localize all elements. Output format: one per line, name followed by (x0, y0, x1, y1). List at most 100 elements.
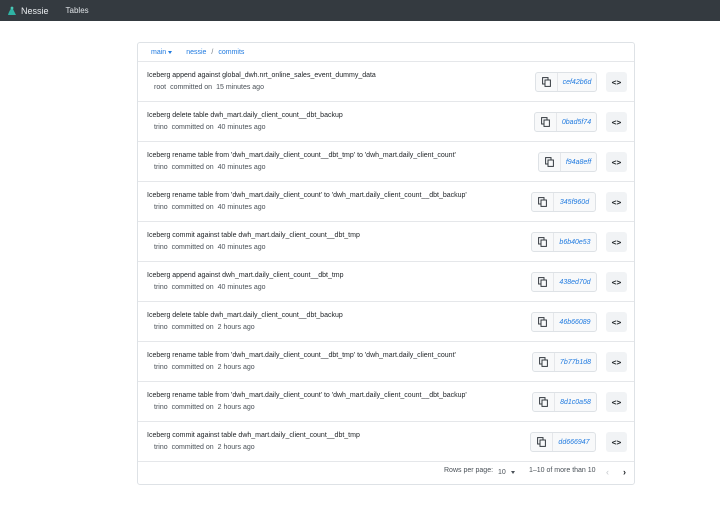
copy-hash-button[interactable] (532, 273, 554, 291)
code-icon[interactable]: <> (606, 192, 627, 212)
commit-hash-group: dd666947 (530, 432, 596, 452)
code-icon[interactable]: <> (606, 352, 627, 372)
commit-time: 2 hours ago (217, 364, 255, 371)
next-page-button[interactable]: › (623, 467, 626, 477)
copy-hash-button[interactable] (539, 153, 561, 171)
copy-hash-button[interactable] (535, 113, 557, 131)
commit-hash-link[interactable]: b6b40e53 (554, 239, 596, 246)
copy-icon (538, 197, 547, 207)
breadcrumb-repo-link[interactable]: nessie (186, 49, 206, 56)
commit-row[interactable]: Iceberg rename table from 'dwh_mart.dail… (138, 382, 634, 422)
commit-time: 2 hours ago (217, 444, 255, 451)
code-icon[interactable]: <> (606, 432, 627, 452)
nav-tables-link[interactable]: Tables (66, 6, 89, 15)
copy-hash-button[interactable] (532, 233, 554, 251)
rows-per-page-label: Rows per page: (444, 467, 494, 474)
brand[interactable]: Nessie (6, 5, 49, 17)
commit-hash-link[interactable]: 7b77b1d8 (555, 359, 596, 366)
copy-hash-button[interactable] (533, 353, 555, 371)
copy-icon (542, 77, 551, 87)
commit-hash-group: 7b77b1d8 (532, 352, 597, 372)
commit-author: trino (154, 204, 168, 211)
rows-per-page-value: 10 (498, 469, 506, 476)
chevron-down-icon (168, 50, 173, 54)
commit-message: Iceberg commit against table dwh_mart.da… (147, 232, 360, 239)
rows-per-page-select[interactable]: 10 (498, 469, 515, 476)
copy-icon (538, 317, 547, 327)
chevron-down-icon (510, 471, 515, 474)
commit-hash-link[interactable]: cef42b6d (558, 79, 596, 86)
commit-row[interactable]: Iceberg commit against table dwh_mart.da… (138, 222, 634, 262)
code-icon[interactable]: <> (606, 72, 627, 92)
commit-action: committed on (171, 364, 214, 371)
commit-hash-link[interactable]: 8d1c0a58 (555, 399, 596, 406)
commit-row[interactable]: Iceberg rename table from 'dwh_mart.dail… (138, 182, 634, 222)
commit-hash-group: 0bad5f74 (534, 112, 597, 132)
breadcrumb: main nessie / commits (138, 43, 634, 62)
commit-hash-link[interactable]: f94a8eff (561, 159, 596, 166)
code-icon[interactable]: <> (606, 232, 627, 252)
commit-row[interactable]: Iceberg rename table from 'dwh_mart.dail… (138, 142, 634, 182)
copy-icon (539, 357, 548, 367)
copy-icon (538, 237, 547, 247)
commit-row[interactable]: Iceberg commit against table dwh_mart.da… (138, 422, 634, 462)
commit-meta: trino committed on 40 minutes ago (154, 244, 266, 251)
copy-hash-button[interactable] (532, 313, 554, 331)
code-icon[interactable]: <> (606, 312, 627, 332)
commit-author: trino (154, 364, 168, 371)
commit-author: trino (154, 164, 168, 171)
commit-action: committed on (171, 164, 214, 171)
commit-row[interactable]: Iceberg append against dwh_mart.daily_cl… (138, 262, 634, 302)
commit-hash-group: 345f960d (531, 192, 596, 212)
commit-action: committed on (171, 244, 214, 251)
commit-time: 40 minutes ago (217, 284, 266, 291)
copy-icon (538, 277, 547, 287)
commit-time: 40 minutes ago (217, 124, 266, 131)
copy-icon (539, 397, 548, 407)
commit-meta: root committed on 15 minutes ago (154, 84, 264, 91)
commit-author: trino (154, 284, 168, 291)
commit-meta: trino committed on 2 hours ago (154, 364, 255, 371)
branch-label: main (151, 48, 167, 56)
copy-hash-button[interactable] (533, 393, 555, 411)
commit-author: root (154, 84, 167, 91)
previous-page-button[interactable]: ‹ (606, 467, 609, 477)
commit-row[interactable]: Iceberg append against global_dwh.nrt_on… (138, 62, 634, 102)
commit-action: committed on (171, 404, 214, 411)
commit-message: Iceberg rename table from 'dwh_mart.dail… (147, 192, 467, 199)
commit-time: 40 minutes ago (217, 244, 266, 251)
branch-selector[interactable]: main (151, 48, 173, 56)
commit-author: trino (154, 124, 168, 131)
copy-hash-button[interactable] (536, 73, 558, 91)
commit-list: Iceberg append against global_dwh.nrt_on… (138, 62, 634, 462)
commits-card: main nessie / commits Iceberg append aga… (137, 42, 635, 485)
commit-meta: trino committed on 40 minutes ago (154, 124, 266, 131)
commit-action: committed on (171, 204, 214, 211)
code-icon[interactable]: <> (606, 112, 627, 132)
commit-hash-link[interactable]: 0bad5f74 (557, 119, 596, 126)
commit-hash-link[interactable]: 345f960d (554, 199, 595, 206)
code-icon[interactable]: <> (606, 272, 627, 292)
copy-hash-button[interactable] (531, 433, 553, 451)
commit-message: Iceberg commit against table dwh_mart.da… (147, 432, 360, 439)
commit-meta: trino committed on 40 minutes ago (154, 284, 266, 291)
copy-hash-button[interactable] (532, 193, 554, 211)
commit-meta: trino committed on 40 minutes ago (154, 164, 266, 171)
commit-message: Iceberg rename table from 'dwh_mart.dail… (147, 352, 456, 359)
copy-icon (541, 117, 550, 127)
commit-action: committed on (171, 124, 214, 131)
commit-time: 40 minutes ago (217, 164, 266, 171)
commit-hash-link[interactable]: 46b66089 (554, 319, 596, 326)
commit-row[interactable]: Iceberg delete table dwh_mart.daily_clie… (138, 302, 634, 342)
commit-message: Iceberg append against dwh_mart.daily_cl… (147, 272, 344, 279)
nessie-logo-icon (8, 6, 16, 15)
breadcrumb-commits-link[interactable]: commits (218, 49, 244, 56)
commit-row[interactable]: Iceberg rename table from 'dwh_mart.dail… (138, 342, 634, 382)
code-icon[interactable]: <> (606, 392, 627, 412)
commit-time: 2 hours ago (217, 404, 255, 411)
commit-row[interactable]: Iceberg delete table dwh_mart.daily_clie… (138, 102, 634, 142)
commit-hash-link[interactable]: dd666947 (553, 439, 595, 446)
code-icon[interactable]: <> (606, 152, 627, 172)
commit-hash-link[interactable]: 438ed70d (554, 279, 596, 286)
commit-hash-group: f94a8eff (538, 152, 597, 172)
